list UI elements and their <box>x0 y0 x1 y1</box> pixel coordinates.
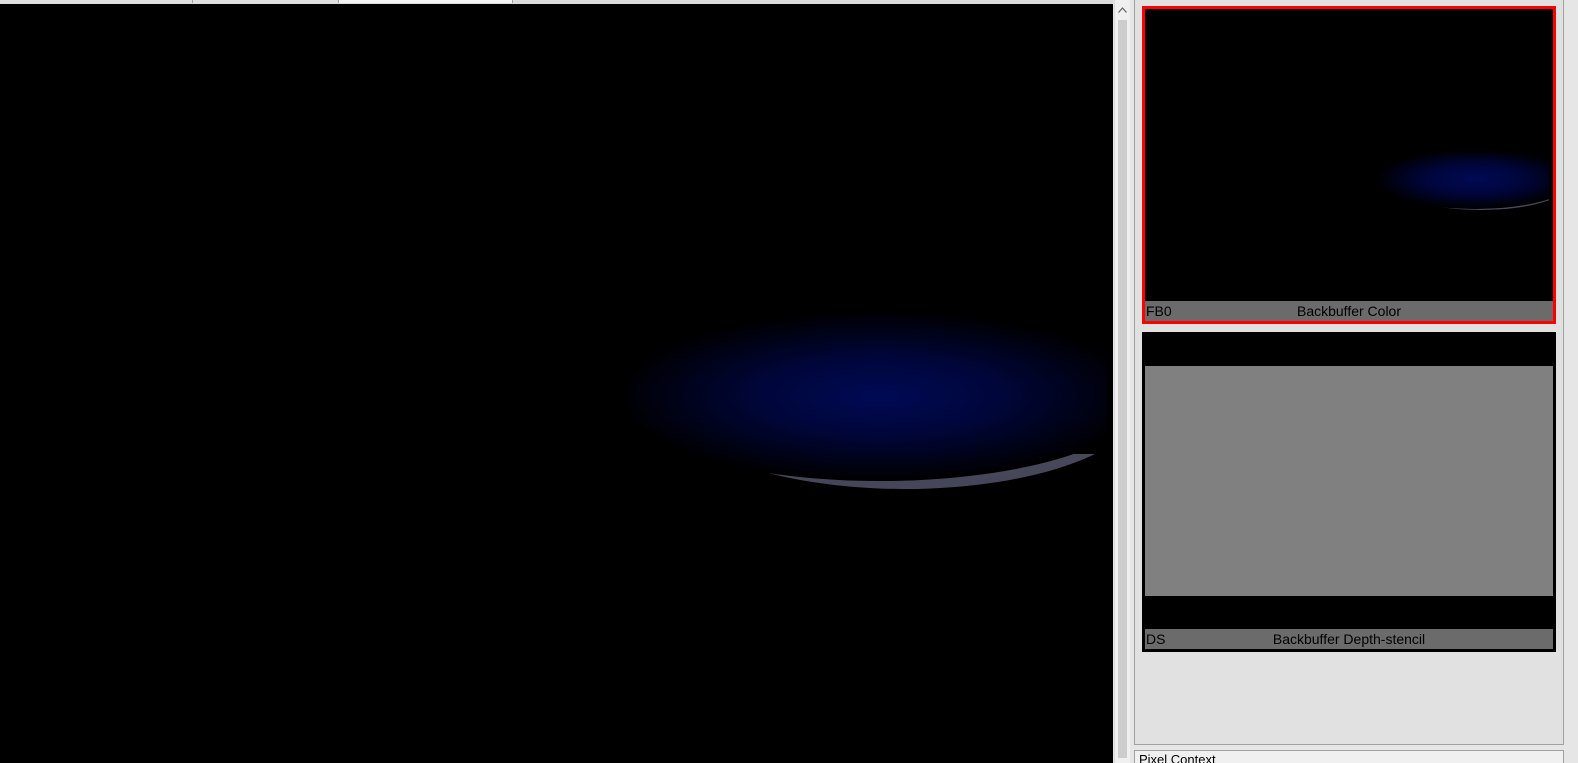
thumbnail-slot: DS <box>1146 631 1166 647</box>
thumbnail-preview-color <box>1145 9 1553 301</box>
tab-2[interactable] <box>193 0 339 3</box>
thumbnail-name: Backbuffer Depth-stencil <box>1272 631 1426 647</box>
thumbnail-backbuffer-depth-stencil[interactable]: Backbuffer Depth-stencil DS <box>1142 332 1556 652</box>
vertical-scrollbar[interactable] <box>1114 0 1130 763</box>
thumbnail-name: Backbuffer Color <box>1296 303 1401 319</box>
rendered-scene <box>615 4 1113 763</box>
object-glow <box>615 311 1113 481</box>
scrollbar-thumb[interactable] <box>1118 20 1127 758</box>
chevron-up-icon[interactable] <box>1115 2 1130 17</box>
depth-fill <box>1145 366 1553 596</box>
thumbnail-caption: Backbuffer Depth-stencil DS <box>1145 629 1553 649</box>
texture-viewer-window: Backbuffer Color FB0 Backbuffer Depth-st… <box>0 0 1578 763</box>
thumbnail-caption: Backbuffer Color FB0 <box>1145 301 1553 321</box>
thumbnail-preview-depth <box>1145 335 1553 629</box>
tab-3-active[interactable] <box>339 0 513 3</box>
thumbnail-slot: FB0 <box>1146 303 1172 319</box>
texture-viewport[interactable] <box>0 4 1113 763</box>
pixel-context-title: Pixel Context <box>1139 752 1216 763</box>
pixel-context-panel: Pixel Context <box>1134 750 1564 763</box>
thumbnail-backbuffer-color[interactable]: Backbuffer Color FB0 <box>1142 6 1556 324</box>
tab-1[interactable] <box>0 0 193 3</box>
render-targets-panel: Backbuffer Color FB0 Backbuffer Depth-st… <box>1134 0 1564 745</box>
